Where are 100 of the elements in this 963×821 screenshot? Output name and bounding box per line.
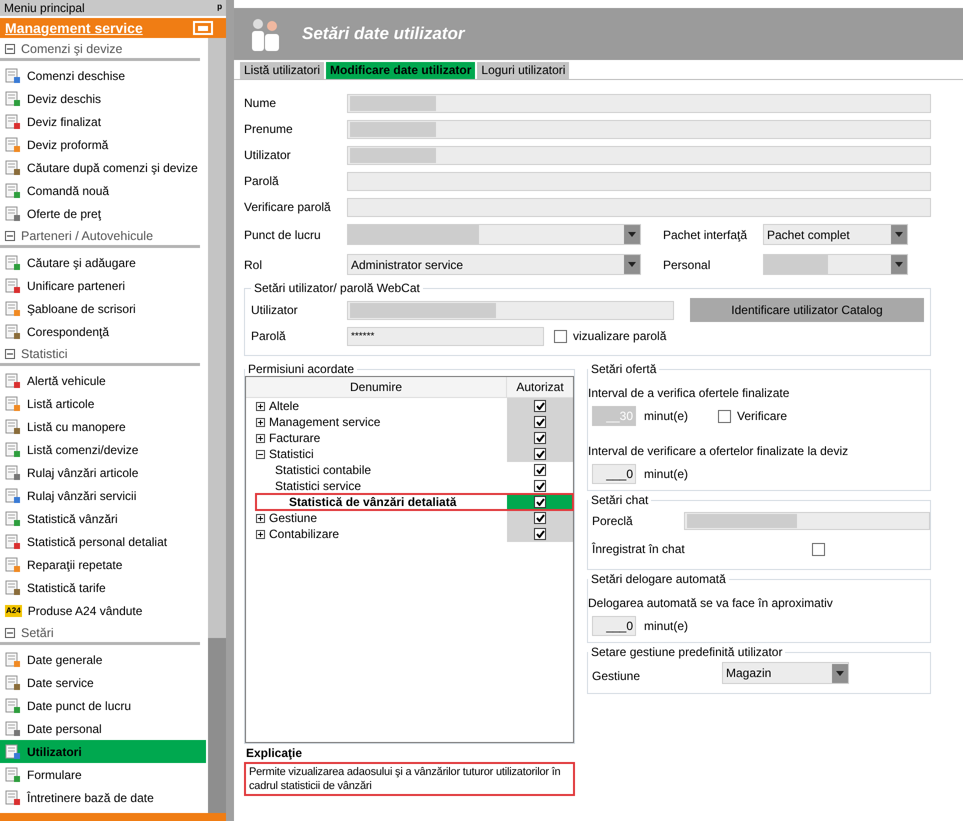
sidebar-item[interactable]: Listă comenzi/devize <box>0 438 206 461</box>
sidebar-item[interactable]: Date generale <box>0 648 206 671</box>
checkbox[interactable] <box>554 330 567 342</box>
input-field[interactable] <box>347 198 931 216</box>
section-header[interactable]: Statistici <box>0 344 200 366</box>
expand-icon[interactable] <box>256 418 265 426</box>
sidebar-item[interactable]: Căutare şi adăugare <box>0 251 206 274</box>
sidebar-item[interactable]: Unificare parteneri <box>0 274 206 297</box>
document-icon <box>5 464 21 480</box>
sidebar-item[interactable]: Întretinere bază de date <box>0 786 206 809</box>
input-field[interactable] <box>684 512 930 530</box>
table-row[interactable]: Statistici contabile <box>246 462 573 478</box>
number-field[interactable]: ___0 <box>592 616 636 636</box>
table-row[interactable]: Statistici service <box>246 478 573 494</box>
checkbox[interactable] <box>534 464 546 476</box>
section-header[interactable]: Setări <box>0 623 200 645</box>
sidebar-item[interactable]: Statistică vânzări <box>0 507 206 530</box>
document-icon <box>5 442 21 458</box>
collapse-icon[interactable] <box>5 230 15 240</box>
sidebar-item[interactable]: Utilizatori <box>0 740 206 763</box>
column-header[interactable]: Denumire <box>246 377 507 397</box>
sidebar-item[interactable]: Listă cu manopere <box>0 415 206 438</box>
sidebar-item[interactable]: Oferte de preţ <box>0 202 206 225</box>
explanation-text: Permite vizualizarea adaosului şi a vânzărilor tuturor utilizatorilor în cadrul statisticii de vânzări <box>244 762 575 796</box>
input-field[interactable] <box>347 172 931 190</box>
number-field[interactable]: ___0 <box>592 464 636 484</box>
sidebar-item[interactable]: Corespondenţă <box>0 320 206 343</box>
table-row[interactable]: Statistică de vânzări detaliată <box>256 494 573 510</box>
section-header[interactable]: Comenzi şi devize <box>0 39 200 61</box>
document-icon <box>5 160 21 176</box>
column-header[interactable]: Autorizat <box>507 377 573 397</box>
sidebar-item[interactable]: Deviz finalizat <box>0 110 206 133</box>
sidebar-item[interactable]: Alertă vehicule <box>0 369 206 392</box>
table-row[interactable]: Facturare <box>246 430 573 446</box>
dropdown[interactable]: Magazin <box>722 662 849 684</box>
checkbox[interactable] <box>534 432 546 444</box>
sidebar-item[interactable]: Statistică tarife <box>0 576 206 599</box>
sidebar-item[interactable]: A24 Produse A24 vândute <box>0 599 206 622</box>
checkbox[interactable] <box>534 448 546 460</box>
input-field[interactable] <box>347 300 674 320</box>
field-label: Utilizator <box>251 303 299 317</box>
catalog-button[interactable]: Identificare utilizator Catalog <box>690 298 924 322</box>
table-row[interactable]: Management service <box>246 414 573 430</box>
collapse-icon[interactable] <box>5 628 15 638</box>
scrollbar[interactable] <box>208 38 226 813</box>
checkbox[interactable] <box>534 512 546 524</box>
table-row[interactable]: Altele <box>246 398 573 414</box>
checkbox[interactable] <box>812 542 825 556</box>
sidebar-item[interactable]: Date service <box>0 671 206 694</box>
document-icon <box>5 324 21 340</box>
checkbox-label: Înregistrat în chat <box>592 542 686 556</box>
checkbox[interactable] <box>534 400 546 412</box>
checkbox[interactable] <box>718 410 732 422</box>
dropdown[interactable] <box>347 224 641 245</box>
sidebar-item[interactable]: Căutare după comenzi şi devize <box>0 156 206 179</box>
sidebar-item[interactable]: Şabloane de scrisori <box>0 297 206 320</box>
checkbox[interactable] <box>534 416 546 428</box>
sidebar-item[interactable]: Formulare <box>0 763 206 786</box>
sidebar-item[interactable]: Comandă nouă <box>0 179 206 202</box>
checkbox[interactable] <box>534 528 546 540</box>
sidebar-item[interactable]: Deviz proformă <box>0 133 206 156</box>
document-icon <box>5 300 21 316</box>
checkbox[interactable] <box>534 480 546 492</box>
sidebar-item[interactable]: Statistică personal detaliat <box>0 530 206 553</box>
sidebar-item[interactable]: Deviz deschis <box>0 87 206 110</box>
sidebar-item[interactable]: Reparaţii repetate <box>0 553 206 576</box>
sidebar-item[interactable]: Date punct de lucru <box>0 694 206 717</box>
sidebar-item[interactable]: Date personal <box>0 717 206 740</box>
tab[interactable]: Loguri utilizatori <box>477 62 570 79</box>
section-header[interactable]: Parteneri / Autovehicule <box>0 226 200 248</box>
collapse-icon[interactable] <box>5 44 15 54</box>
expand-icon[interactable] <box>256 514 265 522</box>
expand-icon[interactable] <box>256 434 265 442</box>
collapse-icon[interactable] <box>5 348 15 358</box>
sidebar-item[interactable]: Listă articole <box>0 392 206 415</box>
section-label: Setări <box>21 626 54 640</box>
sidebar-item[interactable]: Rulaj vânzări articole <box>0 461 206 484</box>
expand-icon[interactable] <box>256 530 265 538</box>
checkbox[interactable] <box>534 496 546 508</box>
dropdown[interactable]: Pachet complet <box>763 224 908 245</box>
tab[interactable]: Modificare date utilizator <box>326 62 476 79</box>
sidebar-item[interactable]: Comenzi deschise <box>0 64 206 87</box>
document-icon <box>5 534 21 550</box>
table-row[interactable]: Statistici <box>246 446 573 462</box>
input-field[interactable] <box>347 120 931 138</box>
group-title: Permisiuni acordate <box>247 362 356 376</box>
input-field[interactable] <box>347 94 931 112</box>
dropdown[interactable]: Administrator service <box>347 254 641 275</box>
expand-icon[interactable] <box>256 402 265 410</box>
expand-icon[interactable] <box>256 450 265 458</box>
field-label: Pachet interfaţă <box>662 228 748 242</box>
pin-button[interactable]: ᵖ <box>217 1 222 15</box>
table-row[interactable]: Gestiune <box>246 510 573 526</box>
sidebar-item[interactable]: Rulaj vânzări servicii <box>0 484 206 507</box>
password-field[interactable]: ****** <box>347 326 544 346</box>
tab[interactable]: Listă utilizatori <box>240 62 324 79</box>
document-icon <box>5 720 21 736</box>
input-field[interactable] <box>347 146 931 164</box>
dropdown[interactable] <box>763 254 908 275</box>
table-row[interactable]: Contabilizare <box>246 526 573 542</box>
